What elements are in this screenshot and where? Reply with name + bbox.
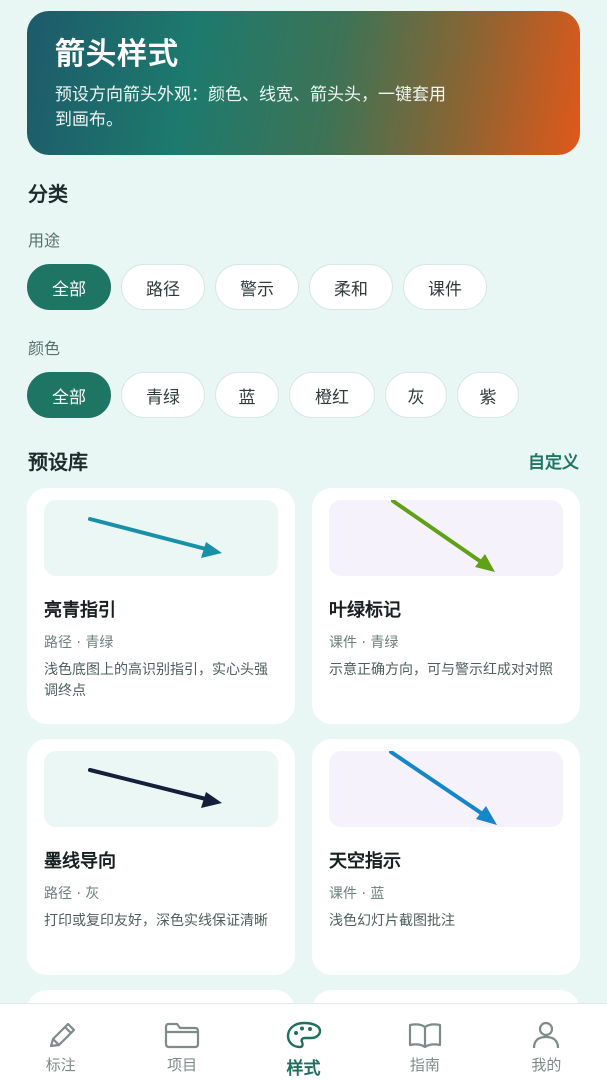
preset-name: 墨线导向: [44, 851, 116, 872]
custom-link[interactable]: 自定义: [528, 448, 579, 473]
usage-chip-warning[interactable]: 警示: [215, 264, 299, 310]
arrow-head: [201, 542, 222, 558]
usage-chip-courseware[interactable]: 课件: [403, 264, 487, 310]
tab-annotate[interactable]: 标注: [0, 1004, 121, 1080]
preset-card[interactable]: 亮青指引 路径 · 青绿 浅色底图上的高识别指引，实心头强调终点: [27, 488, 295, 724]
tab-label: 标注: [45, 1056, 76, 1074]
usage-filter: 全部 路径 警示 柔和 课件: [27, 264, 487, 310]
tab-label: 我的: [531, 1056, 562, 1074]
preset-preview: [44, 500, 278, 576]
preset-preview: [329, 751, 563, 827]
tab-label: 项目: [167, 1056, 198, 1074]
usage-chip-all[interactable]: 全部: [27, 264, 111, 310]
preset-description: 示意正确方向，可与警示红成对对照: [329, 662, 553, 678]
preset-name: 亮青指引: [44, 600, 116, 621]
arrow-head: [476, 806, 497, 825]
preset-description: 浅色底图上的高识别指引，实心头强调终点: [44, 662, 268, 699]
arrow-shaft: [88, 768, 208, 801]
preset-tags: 课件 · 青绿: [329, 635, 399, 651]
preset-tags: 路径 · 灰: [44, 886, 100, 902]
arrow-shaft: [88, 517, 208, 551]
arrow-shaft: [389, 751, 489, 819]
header-banner: 箭头样式 预设方向箭头外观：颜色、线宽、箭头头，一键套用到画布。: [27, 11, 580, 155]
preset-tags: 课件 · 蓝: [329, 886, 385, 902]
tab-guide[interactable]: 指南: [364, 1004, 485, 1080]
tab-styles[interactable]: 样式: [243, 1004, 364, 1080]
palette-icon: [286, 1021, 321, 1049]
page-description: 预设方向箭头外观：颜色、线宽、箭头头，一键套用到画布。: [55, 85, 446, 130]
preset-card[interactable]: 天空指示 课件 · 蓝 浅色幻灯片截图批注: [312, 739, 580, 975]
user-icon: [533, 1021, 560, 1049]
pencil-icon: [49, 1022, 75, 1048]
tab-projects[interactable]: 项目: [121, 1004, 242, 1080]
preset-name: 叶绿标记: [329, 600, 401, 621]
library-title: 预设库: [28, 450, 88, 474]
tab-label: 指南: [409, 1056, 440, 1074]
folder-icon: [165, 1022, 200, 1049]
page-title: 箭头样式: [55, 37, 179, 72]
color-chip-all[interactable]: 全部: [27, 372, 111, 418]
usage-chip-path[interactable]: 路径: [121, 264, 205, 310]
tab-profile[interactable]: 我的: [486, 1004, 607, 1080]
arrow-head: [201, 792, 222, 808]
color-chip-purple[interactable]: 紫: [457, 372, 519, 418]
usage-label: 用途: [28, 231, 61, 250]
preset-card[interactable]: 墨线导向 路径 · 灰 打印或复印友好，深色实线保证清晰: [27, 739, 295, 975]
arrow-head: [475, 554, 495, 572]
category-title: 分类: [28, 182, 68, 206]
preset-description: 浅色幻灯片截图批注: [329, 913, 455, 929]
book-icon: [408, 1023, 442, 1049]
preset-card[interactable]: 叶绿标记 课件 · 青绿 示意正确方向，可与警示红成对对照: [312, 488, 580, 724]
preset-name: 天空指示: [329, 851, 401, 872]
tab-label: 样式: [286, 1059, 321, 1079]
color-chip-orange[interactable]: 橙红: [289, 372, 375, 418]
arrow-shaft: [391, 500, 489, 568]
color-chip-teal[interactable]: 青绿: [121, 372, 205, 418]
color-chip-gray[interactable]: 灰: [385, 372, 447, 418]
bottom-tab-bar: 标注 项目 样式 指南 我的: [0, 1003, 607, 1080]
preset-tags: 路径 · 青绿: [44, 635, 114, 651]
color-label: 颜色: [28, 339, 61, 358]
preset-preview: [329, 500, 563, 576]
usage-chip-soft[interactable]: 柔和: [309, 264, 393, 310]
color-chip-blue[interactable]: 蓝: [215, 372, 279, 418]
preset-preview: [44, 751, 278, 827]
color-filter: 全部 青绿 蓝 橙红 灰 紫: [27, 372, 519, 418]
preset-description: 打印或复印友好，深色实线保证清晰: [44, 913, 268, 929]
